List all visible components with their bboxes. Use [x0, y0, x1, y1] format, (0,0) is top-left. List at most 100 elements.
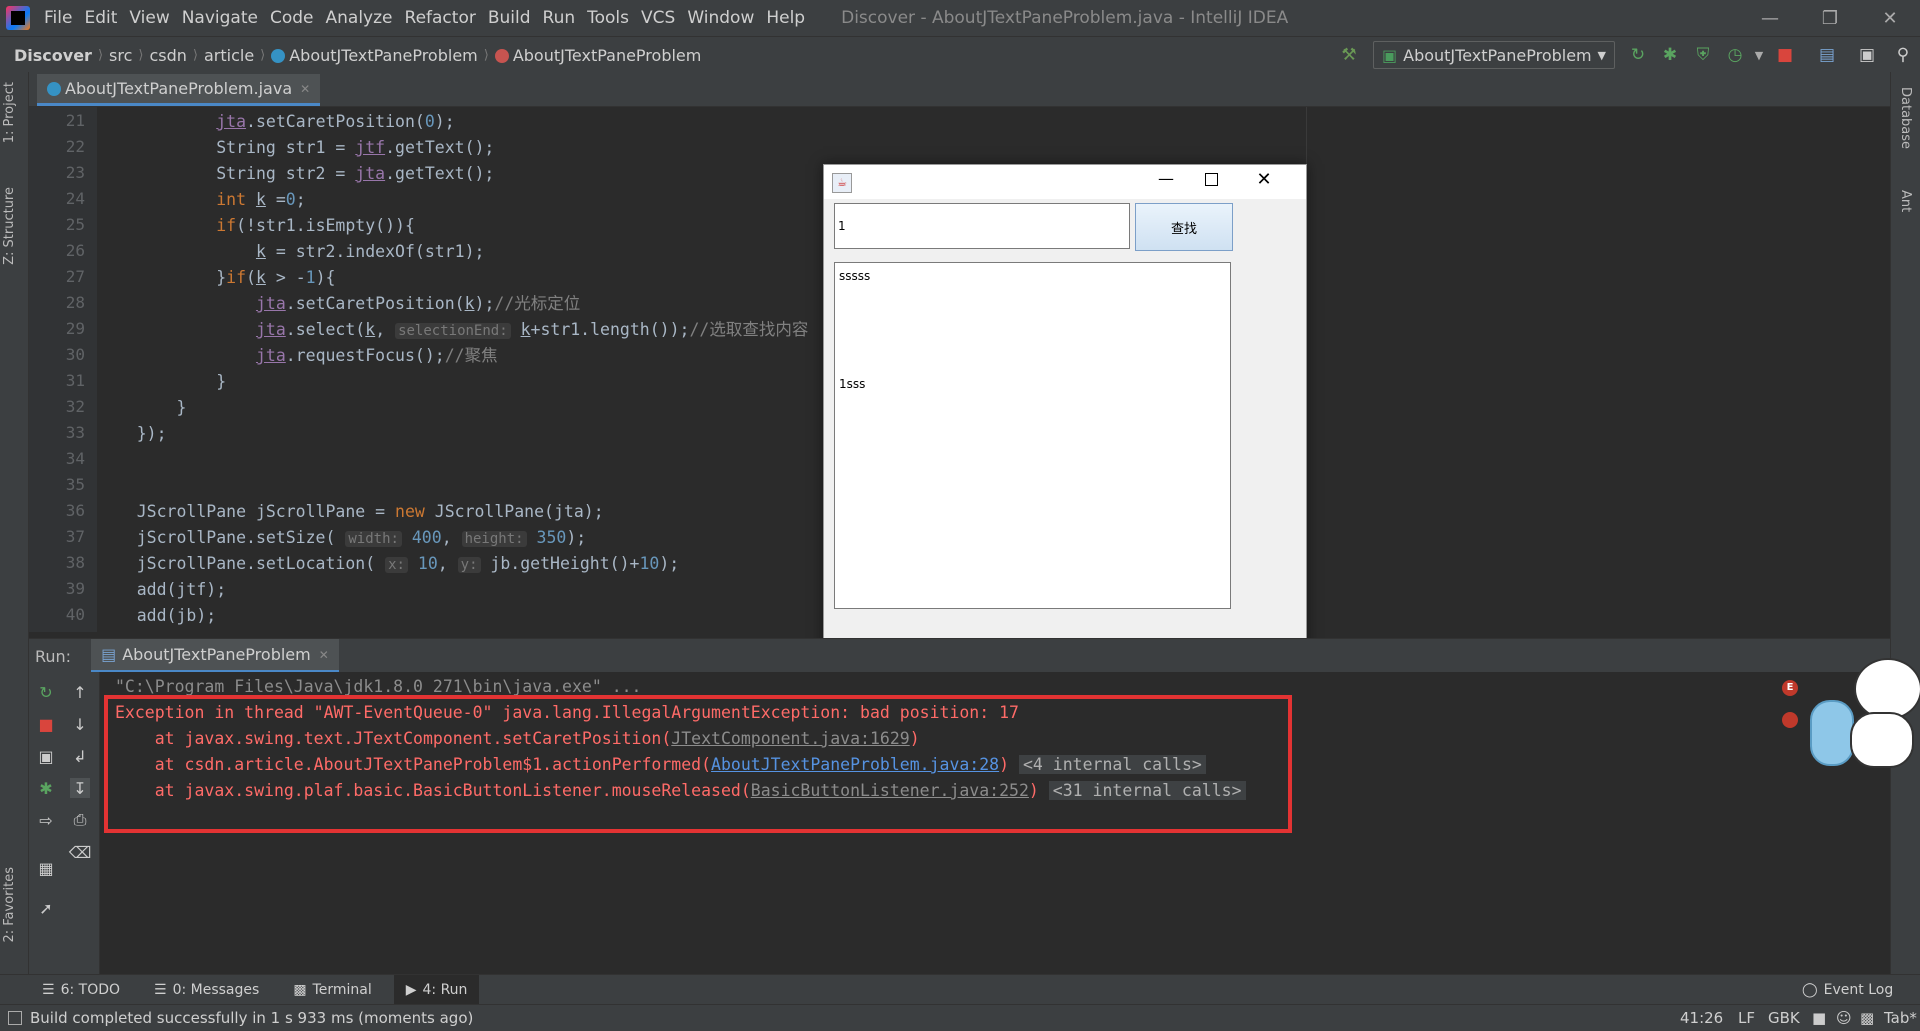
arrow-down-icon[interactable]: ↓	[70, 714, 90, 734]
run-toolbar-primary: ↻ ■ ▣ ✱ ⇨ ▦ ➚	[29, 672, 63, 974]
ant-tool-tab[interactable]: Ant	[1898, 190, 1913, 212]
menu-window[interactable]: Window	[681, 0, 760, 36]
chevron-right-icon: ⟩	[192, 47, 198, 63]
stop-icon[interactable]: ■	[36, 714, 56, 734]
run-tool-button[interactable]: ▶ 4: Run	[393, 975, 480, 1005]
menu-view[interactable]: View	[123, 0, 175, 36]
run-config-dropdown[interactable]: ▣ AboutJTextPaneProblem ▼	[1373, 41, 1615, 69]
database-tool-tab[interactable]: Database	[1898, 87, 1913, 149]
status-toggle-icon[interactable]	[8, 1011, 22, 1025]
left-tool-strip: 1: Project Z: Structure 2: Favorites	[0, 72, 29, 974]
code-line: }	[97, 398, 187, 417]
line-separator[interactable]: LF	[1738, 1005, 1755, 1031]
chevron-down-icon: ▼	[1597, 48, 1606, 62]
menu-edit[interactable]: Edit	[78, 0, 123, 36]
code-line: jta.requestFocus();//聚焦	[255, 346, 498, 365]
trash-icon[interactable]: ⌫	[69, 842, 92, 862]
event-log-tool-button[interactable]: ◯ Event Log	[1790, 975, 1905, 1005]
chevron-right-icon: ⟩	[138, 47, 144, 63]
favorites-tool-tab[interactable]: 2: Favorites	[2, 867, 17, 943]
editor-tab[interactable]: AboutJTextPaneProblem.java ✕	[37, 74, 321, 106]
exit-icon[interactable]: ⇨	[36, 810, 56, 830]
fan-icon	[1810, 700, 1854, 766]
line-number: 38	[65, 553, 85, 572]
rerun-icon[interactable]: ↻	[36, 682, 56, 702]
terminal-icon: ▩	[293, 982, 307, 998]
coverage-icon[interactable]: ⛨	[1692, 44, 1714, 66]
chevron-down-icon[interactable]: ▼	[1748, 44, 1770, 66]
presentation-icon[interactable]: ▣	[1856, 44, 1878, 66]
text-area-line: 1sss	[839, 377, 866, 391]
menu-build[interactable]: Build	[482, 0, 537, 36]
menu-navigate[interactable]: Navigate	[176, 0, 264, 36]
intellij-logo-icon	[6, 6, 30, 30]
code-line: }if(k > -1){	[97, 268, 336, 287]
code-line: jta.setCaretPosition(k);//光标定位	[255, 294, 581, 313]
swing-minimize-button[interactable]: —	[1146, 169, 1186, 195]
menu-file[interactable]: File	[38, 0, 78, 36]
menu-run[interactable]: Run	[537, 0, 582, 36]
breadcrumb-class[interactable]: AboutJTextPaneProblem	[267, 46, 482, 65]
code-line: int k =0;	[216, 190, 306, 209]
debug-bug-icon[interactable]: ✱	[1659, 44, 1681, 66]
code-line: jta.setCaretPosition(0);	[216, 112, 455, 131]
restore-button[interactable]: ❐	[1800, 0, 1860, 36]
menu-vcs[interactable]: VCS	[635, 0, 681, 36]
lock-icon[interactable]: ■	[1812, 1005, 1826, 1031]
profile-icon[interactable]: ◷	[1724, 44, 1746, 66]
code-line: });	[97, 424, 167, 443]
print-icon[interactable]: ⎙	[70, 810, 90, 830]
structure-tool-tab[interactable]: Z: Structure	[2, 187, 17, 265]
code-line: k = str2.indexOf(str1);	[255, 242, 485, 261]
memory-icon[interactable]: ▩	[1860, 1005, 1874, 1031]
close-icon[interactable]: ✕	[300, 82, 310, 96]
indent-setting[interactable]: Tab*	[1884, 1005, 1917, 1031]
camera-icon[interactable]: ▣	[36, 746, 56, 766]
menu-refactor[interactable]: Refactor	[399, 0, 482, 36]
search-input[interactable]: 1	[834, 203, 1130, 249]
code-line: String str1 = jtf.getText();	[97, 138, 495, 157]
search-icon[interactable]: ⚲	[1892, 44, 1914, 66]
messages-tool-button[interactable]: ☰ 0: Messages	[142, 975, 271, 1005]
text-area[interactable]: sssss 1sss	[834, 262, 1231, 609]
terminal-tool-button[interactable]: ▩ Terminal	[281, 975, 383, 1005]
scroll-to-end-icon[interactable]: ↧	[70, 778, 90, 798]
find-button[interactable]: 查找	[1135, 203, 1233, 251]
breadcrumb-src[interactable]: src	[105, 46, 136, 65]
menu-help[interactable]: Help	[760, 0, 811, 36]
layout-icon[interactable]: ▦	[36, 858, 56, 878]
stop-icon[interactable]: ■	[1774, 44, 1796, 66]
list-icon: ☰	[42, 982, 55, 998]
menu-analyze[interactable]: Analyze	[320, 0, 399, 36]
close-window-button[interactable]: ✕	[1860, 0, 1920, 36]
file-encoding[interactable]: GBK	[1768, 1005, 1800, 1031]
status-message[interactable]: Build completed successfully in 1 s 933 …	[30, 1009, 473, 1027]
swing-app-window[interactable]: ☕ — ✕ 1 查找 sssss 1sss	[823, 164, 1307, 655]
minimize-button[interactable]: —	[1740, 0, 1800, 36]
menu-code[interactable]: Code	[264, 0, 320, 36]
swing-maximize-button[interactable]	[1205, 173, 1218, 186]
todo-tool-button[interactable]: ☰ 6: TODO	[30, 975, 132, 1005]
project-structure-icon[interactable]: ▤	[1816, 44, 1838, 66]
code-line: JScrollPane jScrollPane = new JScrollPan…	[97, 502, 604, 521]
close-icon[interactable]: ✕	[319, 648, 329, 662]
project-tool-tab[interactable]: 1: Project	[2, 82, 17, 143]
debug-bug-icon[interactable]: ✱	[36, 778, 56, 798]
code-line: if(!str1.isEmpty()){	[216, 216, 415, 235]
arrow-up-icon[interactable]: ↑	[70, 682, 90, 702]
soft-wrap-icon[interactable]: ↲	[70, 746, 90, 766]
swing-close-button[interactable]: ✕	[1244, 169, 1284, 195]
editor-tab-label: AboutJTextPaneProblem.java	[65, 79, 293, 98]
breadcrumb-article[interactable]: article	[200, 46, 258, 65]
run-tab[interactable]: ▤ AboutJTextPaneProblem ✕	[91, 639, 339, 673]
rerun-icon[interactable]: ↻	[1627, 44, 1649, 66]
breadcrumb-csdn[interactable]: csdn	[145, 46, 190, 65]
inspector-icon[interactable]: ☺	[1836, 1005, 1852, 1031]
cursor-position[interactable]: 41:26	[1680, 1005, 1723, 1031]
build-hammer-icon[interactable]: ⚒	[1338, 44, 1360, 66]
menu-tools[interactable]: Tools	[581, 0, 635, 36]
badge-shirt-icon	[1782, 712, 1798, 728]
breadcrumb-member[interactable]: AboutJTextPaneProblem	[491, 46, 706, 65]
breadcrumb-project[interactable]: Discover	[10, 46, 96, 65]
pin-icon[interactable]: ➚	[36, 898, 56, 918]
